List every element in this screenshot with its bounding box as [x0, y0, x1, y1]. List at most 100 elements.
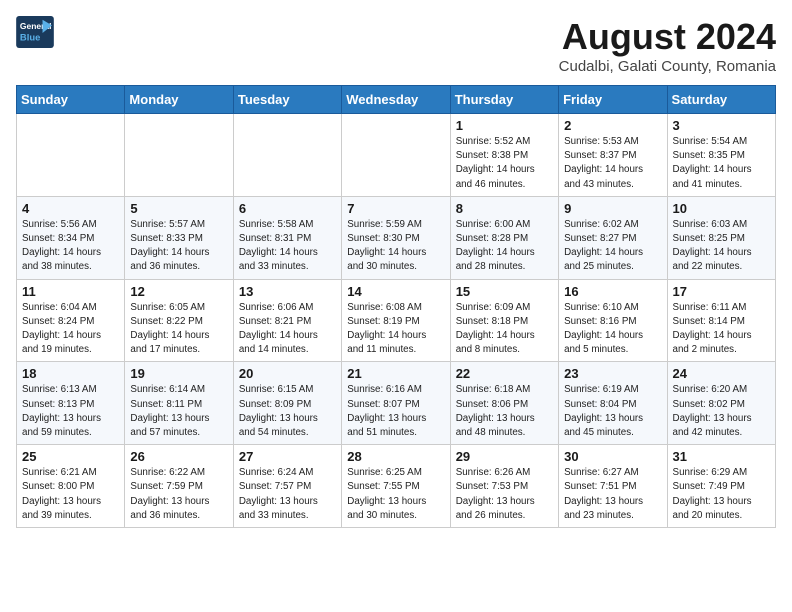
calendar-cell	[342, 114, 450, 197]
day-number: 29	[456, 449, 553, 464]
calendar-week-row: 11 Sunrise: 6:04 AM Sunset: 8:24 PM Dayli…	[17, 279, 776, 362]
day-number: 1	[456, 118, 553, 133]
day-info: Sunrise: 6:16 AM Sunset: 8:07 PM Dayligh…	[347, 383, 444, 440]
day-info: Sunrise: 6:05 AM Sunset: 8:22 PM Dayligh…	[130, 301, 227, 358]
day-number: 31	[673, 449, 770, 464]
calendar-cell: 21 Sunrise: 6:16 AM Sunset: 8:07 PM Dayli…	[342, 362, 450, 445]
day-info: Sunrise: 6:03 AM Sunset: 8:25 PM Dayligh…	[673, 218, 770, 275]
day-info: Sunrise: 6:27 AM Sunset: 7:51 PM Dayligh…	[564, 466, 661, 523]
calendar-cell	[233, 114, 341, 197]
day-number: 10	[673, 201, 770, 216]
day-number: 28	[347, 449, 444, 464]
day-number: 3	[673, 118, 770, 133]
day-info: Sunrise: 6:19 AM Sunset: 8:04 PM Dayligh…	[564, 383, 661, 440]
calendar-cell: 4 Sunrise: 5:56 AM Sunset: 8:34 PM Daylig…	[17, 196, 125, 279]
day-info: Sunrise: 6:20 AM Sunset: 8:02 PM Dayligh…	[673, 383, 770, 440]
day-number: 25	[22, 449, 119, 464]
calendar-cell: 23Sunrise: 6:19 AM Sunset: 8:04 PM Dayli…	[559, 362, 667, 445]
weekday-header-saturday: Saturday	[667, 86, 775, 114]
calendar-cell: 18 Sunrise: 6:13 AM Sunset: 8:13 PM Dayli…	[17, 362, 125, 445]
calendar-cell: 30 Sunrise: 6:27 AM Sunset: 7:51 PM Dayli…	[559, 445, 667, 528]
month-year-title: August 2024	[559, 16, 776, 58]
calendar-cell	[17, 114, 125, 197]
calendar-cell: 2 Sunrise: 5:53 AM Sunset: 8:37 PM Daylig…	[559, 114, 667, 197]
day-number: 8	[456, 201, 553, 216]
day-number: 16	[564, 284, 661, 299]
day-info: Sunrise: 6:00 AM Sunset: 8:28 PM Dayligh…	[456, 218, 553, 275]
calendar-cell: 29 Sunrise: 6:26 AM Sunset: 7:53 PM Dayli…	[450, 445, 558, 528]
calendar-cell: 16 Sunrise: 6:10 AM Sunset: 8:16 PM Dayli…	[559, 279, 667, 362]
calendar-cell: 9 Sunrise: 6:02 AM Sunset: 8:27 PM Daylig…	[559, 196, 667, 279]
calendar-week-row: 4 Sunrise: 5:56 AM Sunset: 8:34 PM Daylig…	[17, 196, 776, 279]
day-info: Sunrise: 6:02 AM Sunset: 8:27 PM Dayligh…	[564, 218, 661, 275]
day-info: Sunrise: 5:52 AM Sunset: 8:38 PM Dayligh…	[456, 135, 553, 192]
day-number: 13	[239, 284, 336, 299]
day-info: Sunrise: 6:10 AM Sunset: 8:16 PM Dayligh…	[564, 301, 661, 358]
day-info: Sunrise: 5:59 AM Sunset: 8:30 PM Dayligh…	[347, 218, 444, 275]
calendar-cell: 13Sunrise: 6:06 AM Sunset: 8:21 PM Dayli…	[233, 279, 341, 362]
day-info: Sunrise: 5:53 AM Sunset: 8:37 PM Dayligh…	[564, 135, 661, 192]
calendar-cell: 6Sunrise: 5:58 AM Sunset: 8:31 PM Daylig…	[233, 196, 341, 279]
day-number: 7	[347, 201, 444, 216]
calendar-cell: 25 Sunrise: 6:21 AM Sunset: 8:00 PM Dayli…	[17, 445, 125, 528]
weekday-header-thursday: Thursday	[450, 86, 558, 114]
day-number: 2	[564, 118, 661, 133]
day-number: 19	[130, 366, 227, 381]
day-info: Sunrise: 6:25 AM Sunset: 7:55 PM Dayligh…	[347, 466, 444, 523]
logo: General Blue	[16, 16, 54, 48]
day-number: 15	[456, 284, 553, 299]
calendar-cell: 19 Sunrise: 6:14 AM Sunset: 8:11 PM Dayli…	[125, 362, 233, 445]
calendar-cell: 22 Sunrise: 6:18 AM Sunset: 8:06 PM Dayli…	[450, 362, 558, 445]
day-number: 5	[130, 201, 227, 216]
day-info: Sunrise: 6:21 AM Sunset: 8:00 PM Dayligh…	[22, 466, 119, 523]
day-info: Sunrise: 6:15 AM Sunset: 8:09 PM Dayligh…	[239, 383, 336, 440]
day-info: Sunrise: 6:29 AM Sunset: 7:49 PM Dayligh…	[673, 466, 770, 523]
day-number: 30	[564, 449, 661, 464]
day-number: 22	[456, 366, 553, 381]
day-info: Sunrise: 6:26 AM Sunset: 7:53 PM Dayligh…	[456, 466, 553, 523]
day-info: Sunrise: 6:13 AM Sunset: 8:13 PM Dayligh…	[22, 383, 119, 440]
weekday-header-tuesday: Tuesday	[233, 86, 341, 114]
weekday-header-wednesday: Wednesday	[342, 86, 450, 114]
calendar-week-row: 25 Sunrise: 6:21 AM Sunset: 8:00 PM Dayli…	[17, 445, 776, 528]
logo-icon: General Blue	[16, 16, 54, 48]
calendar-cell: 31 Sunrise: 6:29 AM Sunset: 7:49 PM Dayli…	[667, 445, 775, 528]
calendar-cell: 1 Sunrise: 5:52 AM Sunset: 8:38 PM Daylig…	[450, 114, 558, 197]
calendar-cell: 10 Sunrise: 6:03 AM Sunset: 8:25 PM Dayli…	[667, 196, 775, 279]
calendar-cell: 28 Sunrise: 6:25 AM Sunset: 7:55 PM Dayli…	[342, 445, 450, 528]
day-info: Sunrise: 6:09 AM Sunset: 8:18 PM Dayligh…	[456, 301, 553, 358]
day-number: 11	[22, 284, 119, 299]
day-number: 20	[239, 366, 336, 381]
calendar-cell: 11 Sunrise: 6:04 AM Sunset: 8:24 PM Dayli…	[17, 279, 125, 362]
weekday-header-sunday: Sunday	[17, 86, 125, 114]
day-info: Sunrise: 5:57 AM Sunset: 8:33 PM Dayligh…	[130, 218, 227, 275]
day-info: Sunrise: 6:08 AM Sunset: 8:19 PM Dayligh…	[347, 301, 444, 358]
day-number: 21	[347, 366, 444, 381]
day-number: 24	[673, 366, 770, 381]
calendar-cell: 17 Sunrise: 6:11 AM Sunset: 8:14 PM Dayli…	[667, 279, 775, 362]
calendar-cell: 20 Sunrise: 6:15 AM Sunset: 8:09 PM Dayli…	[233, 362, 341, 445]
svg-text:Blue: Blue	[20, 31, 40, 42]
day-number: 18	[22, 366, 119, 381]
weekday-header-friday: Friday	[559, 86, 667, 114]
day-info: Sunrise: 6:14 AM Sunset: 8:11 PM Dayligh…	[130, 383, 227, 440]
day-info: Sunrise: 6:18 AM Sunset: 8:06 PM Dayligh…	[456, 383, 553, 440]
weekday-header-monday: Monday	[125, 86, 233, 114]
calendar-cell: 8 Sunrise: 6:00 AM Sunset: 8:28 PM Daylig…	[450, 196, 558, 279]
day-number: 17	[673, 284, 770, 299]
calendar-cell: 7 Sunrise: 5:59 AM Sunset: 8:30 PM Daylig…	[342, 196, 450, 279]
title-area: August 2024 Cudalbi, Galati County, Roma…	[559, 16, 776, 75]
day-info: Sunrise: 5:56 AM Sunset: 8:34 PM Dayligh…	[22, 218, 119, 275]
day-info: Sunrise: 6:04 AM Sunset: 8:24 PM Dayligh…	[22, 301, 119, 358]
day-info: Sunrise: 6:11 AM Sunset: 8:14 PM Dayligh…	[673, 301, 770, 358]
day-number: 6	[239, 201, 336, 216]
day-number: 9	[564, 201, 661, 216]
day-number: 27	[239, 449, 336, 464]
calendar-cell: 5 Sunrise: 5:57 AM Sunset: 8:33 PM Daylig…	[125, 196, 233, 279]
calendar-cell	[125, 114, 233, 197]
page-header: General Blue August 2024 Cudalbi, Galati…	[16, 16, 776, 75]
day-info: Sunrise: 5:54 AM Sunset: 8:35 PM Dayligh…	[673, 135, 770, 192]
calendar-cell: 26Sunrise: 6:22 AM Sunset: 7:59 PM Dayli…	[125, 445, 233, 528]
day-number: 4	[22, 201, 119, 216]
day-number: 14	[347, 284, 444, 299]
